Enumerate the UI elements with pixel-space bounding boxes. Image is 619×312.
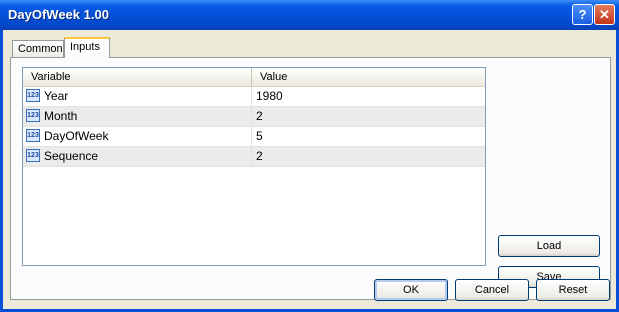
column-header-value[interactable]: Value bbox=[252, 68, 485, 86]
variable-name: Year bbox=[44, 89, 69, 103]
value-cell[interactable]: 5 bbox=[252, 127, 485, 146]
integer-type-icon: 123 bbox=[26, 89, 40, 103]
variable-name: Sequence bbox=[44, 149, 99, 163]
variable-name: DayOfWeek bbox=[44, 129, 109, 143]
inputs-panel: Variable Value 123 Year 1980 123 Month 2 1… bbox=[10, 57, 611, 300]
close-button[interactable]: ✕ bbox=[594, 4, 615, 25]
integer-type-icon: 123 bbox=[26, 109, 40, 123]
variable-name: Month bbox=[44, 109, 78, 123]
integer-type-icon: 123 bbox=[26, 129, 40, 143]
table-row[interactable]: 123 Month 2 bbox=[23, 107, 485, 127]
dialog-body: Common Inputs Variable Value 123 Year 198… bbox=[3, 30, 616, 309]
table-row[interactable]: 123 Sequence 2 bbox=[23, 147, 485, 167]
help-button[interactable]: ? bbox=[572, 4, 593, 25]
column-header-variable[interactable]: Variable bbox=[23, 68, 252, 86]
reset-button[interactable]: Reset bbox=[536, 279, 610, 301]
tab-inputs[interactable]: Inputs bbox=[64, 37, 110, 58]
value-cell[interactable]: 2 bbox=[252, 107, 485, 126]
value-cell[interactable]: 2 bbox=[252, 147, 485, 166]
load-button[interactable]: Load bbox=[498, 235, 600, 257]
table-row[interactable]: 123 Year 1980 bbox=[23, 87, 485, 107]
integer-type-icon: 123 bbox=[26, 149, 40, 163]
table-row[interactable]: 123 DayOfWeek 5 bbox=[23, 127, 485, 147]
title-bar[interactable]: DayOfWeek 1.00 ? ✕ bbox=[0, 0, 619, 30]
cancel-button[interactable]: Cancel bbox=[455, 279, 529, 301]
grid-header: Variable Value bbox=[23, 68, 485, 87]
dialog-window: DayOfWeek 1.00 ? ✕ Common Inputs Variabl… bbox=[0, 0, 619, 312]
ok-button[interactable]: OK bbox=[374, 279, 448, 301]
tab-common[interactable]: Common bbox=[12, 40, 64, 57]
inputs-grid: Variable Value 123 Year 1980 123 Month 2 1… bbox=[22, 67, 486, 266]
value-cell[interactable]: 1980 bbox=[252, 87, 485, 106]
window-title: DayOfWeek 1.00 bbox=[8, 7, 109, 22]
